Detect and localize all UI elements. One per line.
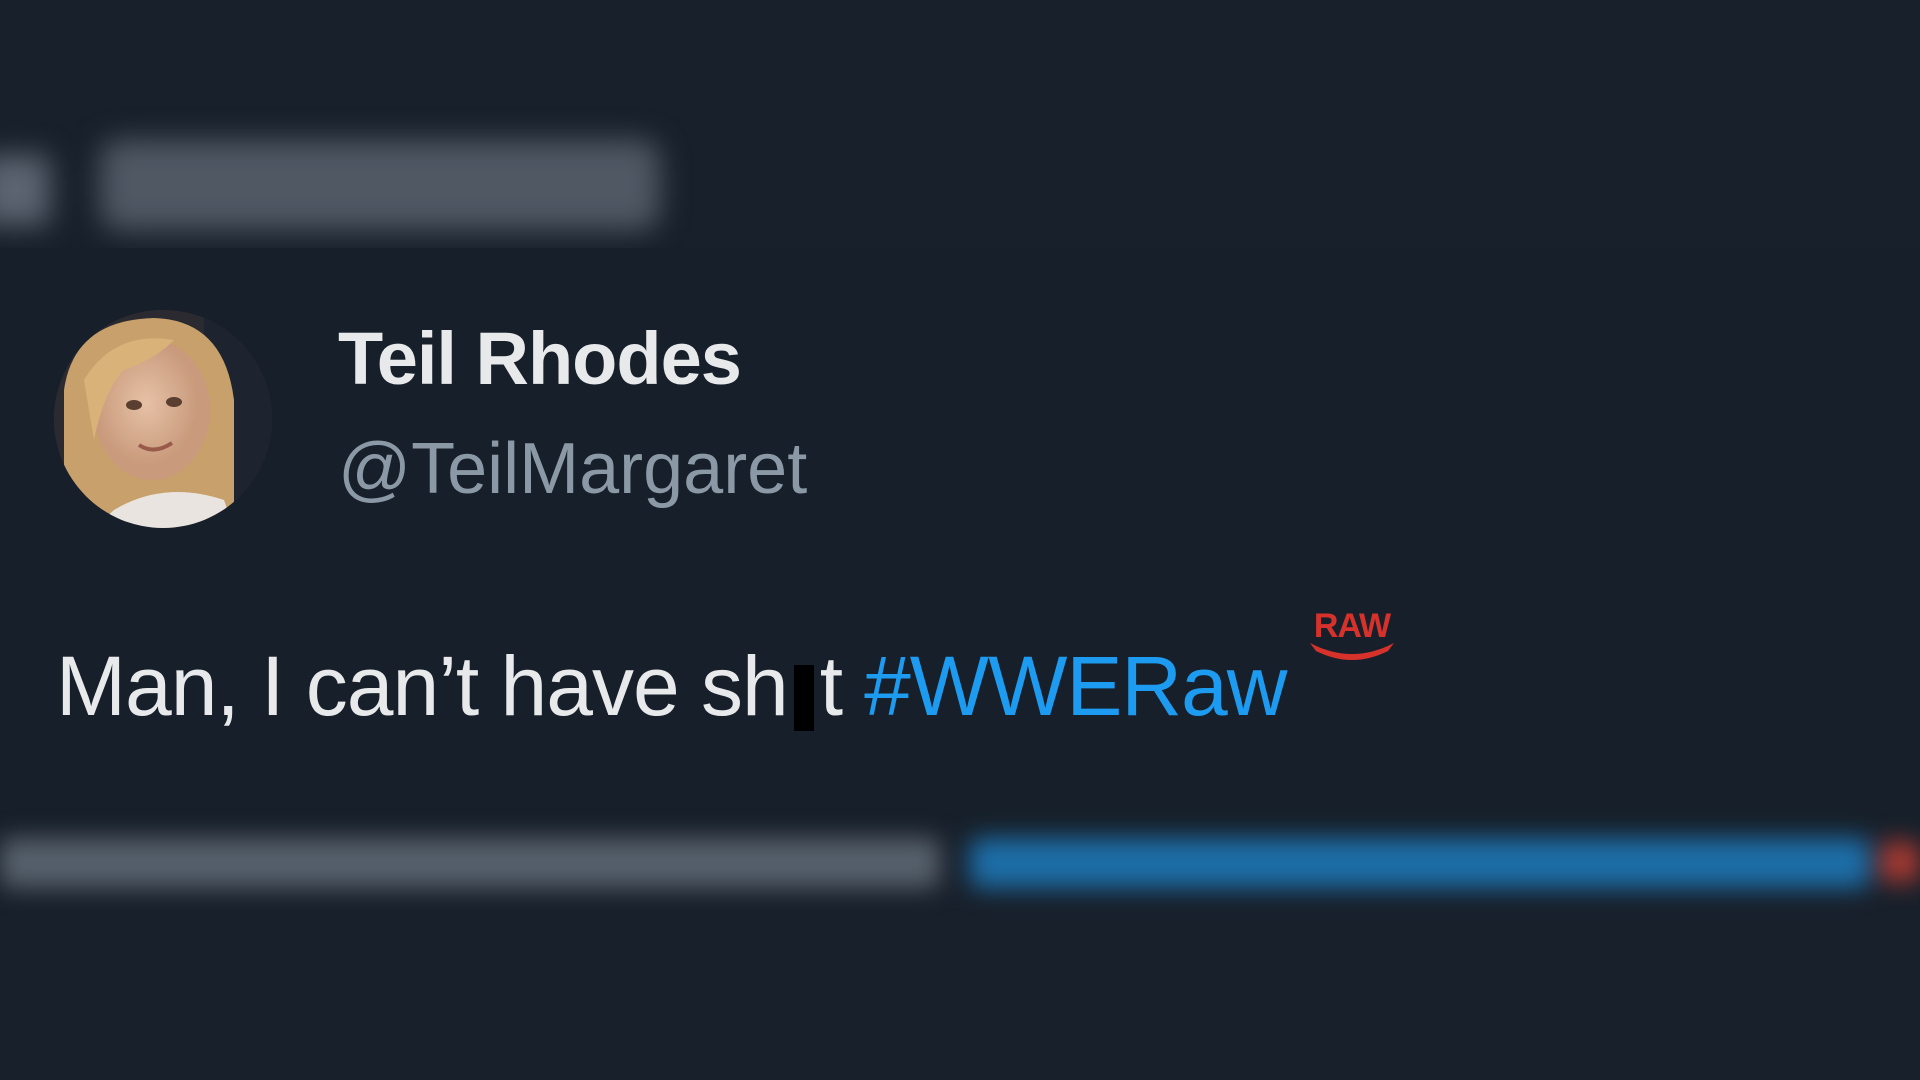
blurred-link [970, 838, 1870, 888]
blurred-text [100, 140, 660, 230]
blurred-previous-tweet [0, 120, 700, 250]
censor-bar [793, 665, 814, 731]
tweet-text: Man, I can’t have sh t #WWERaw RAW [56, 607, 1412, 735]
hashtag-link[interactable]: #WWERaw [864, 638, 1287, 735]
blurred-icon [1880, 842, 1920, 882]
tweet-text-part-2: t [819, 639, 843, 733]
avatar[interactable] [54, 310, 272, 528]
blurred-text [0, 838, 940, 888]
display-name[interactable]: Teil Rhodes [338, 316, 742, 401]
user-handle[interactable]: @TeilMargaret [338, 428, 807, 510]
avatar-photo [54, 310, 272, 528]
tweet-text-part-1: Man, I can’t have sh [56, 639, 789, 733]
raw-logo-icon: RAW [1292, 590, 1412, 687]
raw-logo-label: RAW [1314, 607, 1392, 645]
tweet-card[interactable]: Teil Rhodes @TeilMargaret Man, I can’t h… [0, 248, 1920, 830]
blurred-icon [0, 155, 50, 225]
blurred-next-tweet [0, 828, 1920, 898]
screenshot-stage: Teil Rhodes @TeilMargaret Man, I can’t h… [0, 0, 1920, 1080]
